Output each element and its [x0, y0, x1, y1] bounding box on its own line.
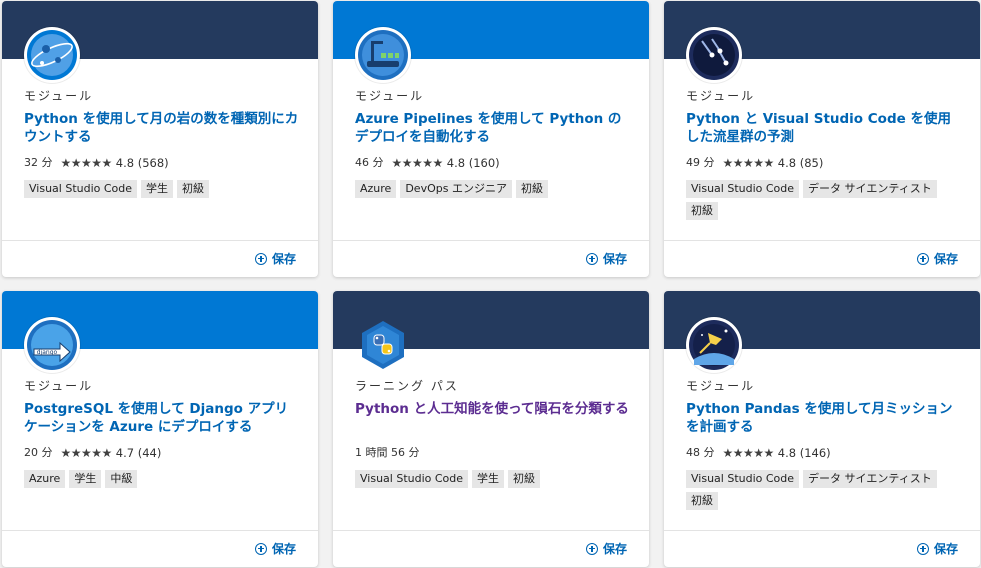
rating-text: 4.8 (160): [446, 156, 500, 170]
content-type-label: ラーニング パス: [355, 379, 459, 393]
card-footer: 保存: [333, 530, 649, 567]
duration-text: 48 分: [686, 446, 715, 459]
tag: 初級: [515, 180, 548, 198]
save-label: 保存: [933, 542, 958, 556]
learning-content-grid: モジュール Python を使用して月の岩の数を種類別にカウントする 32 分 …: [0, 0, 981, 568]
moon-globe-icon: [24, 27, 80, 83]
duration-text: 49 分: [686, 156, 715, 169]
tag: DevOps エンジニア: [400, 180, 512, 198]
tag-list: Visual Studio Code データ サイエンティスト 初級: [686, 180, 962, 224]
svg-text:django: django: [37, 349, 58, 356]
rating-text: 4.7 (44): [115, 446, 162, 460]
card-title-link[interactable]: Python を使用して月の岩の数を種類別にカウントする: [24, 110, 300, 146]
tag: 初級: [686, 492, 718, 510]
tag-list: Visual Studio Code 学生 初級: [24, 180, 300, 202]
tag: 初級: [686, 202, 718, 220]
content-type-label: モジュール: [686, 89, 756, 103]
card-footer: 保存: [2, 530, 318, 567]
add-circle-icon: [254, 542, 267, 555]
card-footer: 保存: [333, 240, 649, 277]
content-type-label: モジュール: [686, 379, 756, 393]
rating-text: 4.8 (85): [777, 156, 824, 170]
module-card[interactable]: モジュール Python Pandas を使用して月ミッションを計画する 48 …: [664, 291, 980, 567]
tag: 学生: [69, 470, 102, 488]
tag-list: Visual Studio Code データ サイエンティスト 初級: [686, 470, 962, 514]
add-circle-icon: [916, 542, 929, 555]
module-card[interactable]: モジュール Python を使用して月の岩の数を種類別にカウントする 32 分 …: [2, 1, 318, 277]
add-circle-icon: [585, 542, 598, 555]
card-meta: 20 分 ★★★★★ 4.7 (44): [24, 444, 300, 462]
card-title-link[interactable]: Python と人工知能を使って隕石を分類する: [355, 400, 631, 436]
card-meta: 32 分 ★★★★★ 4.8 (568): [24, 154, 300, 172]
save-button[interactable]: 保存: [254, 540, 296, 557]
moon-rocket-icon: [686, 317, 742, 373]
star-rating-icon: ★★★★★: [391, 156, 444, 170]
tag: 学生: [472, 470, 505, 488]
card-footer: 保存: [664, 530, 980, 567]
save-button[interactable]: 保存: [916, 540, 958, 557]
card-title-link[interactable]: PostgreSQL を使用して Django アプリケーションを Azure …: [24, 400, 300, 436]
add-circle-icon: [585, 252, 598, 265]
meteor-shower-icon: [686, 27, 742, 83]
save-label: 保存: [602, 252, 627, 266]
card-meta: 1 時間 56 分: [355, 444, 631, 462]
content-type-label: モジュール: [24, 89, 94, 103]
rating-text: 4.8 (146): [777, 446, 831, 460]
save-label: 保存: [933, 252, 958, 266]
tag: Visual Studio Code: [686, 180, 800, 198]
tag: 中級: [105, 470, 138, 488]
module-card[interactable]: モジュール Azure Pipelines を使用して Python のデプロイ…: [333, 1, 649, 277]
add-circle-icon: [916, 252, 929, 265]
tag: Visual Studio Code: [686, 470, 800, 488]
tag-list: Visual Studio Code 学生 初級: [355, 470, 631, 492]
card-meta: 48 分 ★★★★★ 4.8 (146): [686, 444, 962, 462]
save-label: 保存: [602, 542, 627, 556]
content-type-label: モジュール: [355, 89, 425, 103]
tag-list: Azure 学生 中級: [24, 470, 300, 492]
module-card[interactable]: django モジュール PostgreSQL を使用して Django アプリ…: [2, 291, 318, 567]
add-circle-icon: [254, 252, 267, 265]
card-meta: 46 分 ★★★★★ 4.8 (160): [355, 154, 631, 172]
card-footer: 保存: [2, 240, 318, 277]
pipeline-robot-icon: [355, 27, 411, 83]
card-footer: 保存: [664, 240, 980, 277]
duration-text: 46 分: [355, 156, 384, 169]
star-rating-icon: ★★★★★: [722, 156, 775, 170]
star-rating-icon: ★★★★★: [60, 156, 113, 170]
tag-list: Azure DevOps エンジニア 初級: [355, 180, 631, 202]
learning-path-card[interactable]: ラーニング パス Python と人工知能を使って隕石を分類する 1 時間 56…: [333, 291, 649, 567]
rating-text: 4.8 (568): [115, 156, 169, 170]
tag: データ サイエンティスト: [803, 470, 937, 488]
tag: 学生: [141, 180, 174, 198]
tag: Visual Studio Code: [355, 470, 469, 488]
tag: 初級: [508, 470, 541, 488]
star-rating-icon: ★★★★★: [722, 446, 775, 460]
card-meta: 49 分 ★★★★★ 4.8 (85): [686, 154, 962, 172]
duration-text: 32 分: [24, 156, 53, 169]
star-rating-icon: ★★★★★: [60, 446, 113, 460]
save-button[interactable]: 保存: [585, 250, 627, 267]
tag: Azure: [355, 180, 397, 198]
duration-text: 20 分: [24, 446, 53, 459]
tag: Visual Studio Code: [24, 180, 138, 198]
tag: 初級: [177, 180, 210, 198]
card-title-link[interactable]: Azure Pipelines を使用して Python のデプロイを自動化する: [355, 110, 631, 146]
save-button[interactable]: 保存: [585, 540, 627, 557]
content-type-label: モジュール: [24, 379, 94, 393]
duration-text: 1 時間 56 分: [355, 446, 420, 459]
card-title-link[interactable]: Python Pandas を使用して月ミッションを計画する: [686, 400, 962, 436]
save-label: 保存: [271, 542, 296, 556]
save-button[interactable]: 保存: [916, 250, 958, 267]
save-label: 保存: [271, 252, 296, 266]
module-card[interactable]: モジュール Python と Visual Studio Code を使用した流…: [664, 1, 980, 277]
python-hexagon-icon: [355, 317, 411, 373]
card-title-link[interactable]: Python と Visual Studio Code を使用した流星群の予測: [686, 110, 962, 146]
tag: データ サイエンティスト: [803, 180, 937, 198]
save-button[interactable]: 保存: [254, 250, 296, 267]
tag: Azure: [24, 470, 66, 488]
django-cloud-icon: django: [24, 317, 80, 373]
